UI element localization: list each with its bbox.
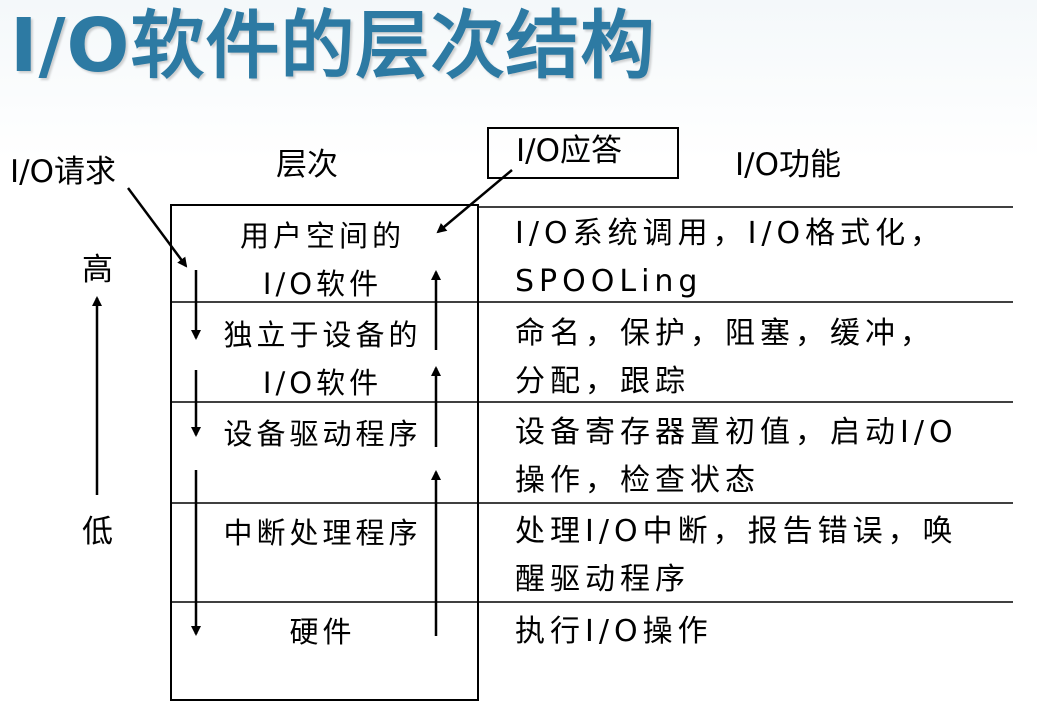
- layer-user-space: 用户空间的 I/O软件: [200, 212, 445, 308]
- layer-line: 硬件: [289, 615, 356, 649]
- function-line: 处理I/O中断，报告错误，唤: [515, 514, 958, 549]
- layer-header: 层次: [276, 147, 338, 183]
- function-interrupt-handler: 处理I/O中断，报告错误，唤 醒驱动程序: [515, 508, 1020, 604]
- layer-line: I/O软件: [262, 267, 383, 301]
- level-high-label: 高: [82, 252, 113, 288]
- answer-arrow: [436, 169, 513, 234]
- layer-line: 设备驱动程序: [223, 417, 422, 451]
- layer-line: 中断处理程序: [223, 516, 422, 550]
- function-header: I/O功能: [735, 147, 841, 183]
- function-line: 设备寄存器置初值，启动I/O: [515, 415, 958, 450]
- layer-device-independent: 独立于设备的 I/O软件: [200, 311, 445, 407]
- function-line: 命名，保护，阻塞，缓冲，: [515, 316, 935, 351]
- level-low-label: 低: [82, 514, 113, 550]
- function-device-driver: 设备寄存器置初值，启动I/O 操作，检查状态: [515, 409, 1020, 505]
- function-hardware: 执行I/O操作: [515, 608, 1020, 656]
- function-user-space: I/O系统调用，I/O格式化， SPOOLing: [515, 210, 1020, 306]
- function-line: SPOOLing: [515, 264, 703, 299]
- function-line: 分配，跟踪: [515, 364, 690, 399]
- layer-device-driver: 设备驱动程序: [200, 410, 445, 458]
- io-request-label: I/O请求: [10, 154, 116, 190]
- function-line: 操作，检查状态: [515, 463, 760, 498]
- layer-interrupt-handler: 中断处理程序: [200, 509, 445, 557]
- function-line: I/O系统调用，I/O格式化，: [515, 216, 946, 251]
- function-line: 醒驱动程序: [515, 562, 690, 597]
- io-answer-label: I/O应答: [516, 133, 622, 169]
- function-line: 执行I/O操作: [515, 614, 713, 649]
- layer-hardware: 硬件: [200, 608, 445, 656]
- layer-line: I/O软件: [262, 366, 383, 400]
- layer-line: 用户空间的: [239, 219, 405, 253]
- request-arrow: [126, 187, 188, 268]
- layer-line: 独立于设备的: [223, 318, 422, 352]
- function-device-independent: 命名，保护，阻塞，缓冲， 分配，跟踪: [515, 310, 1020, 406]
